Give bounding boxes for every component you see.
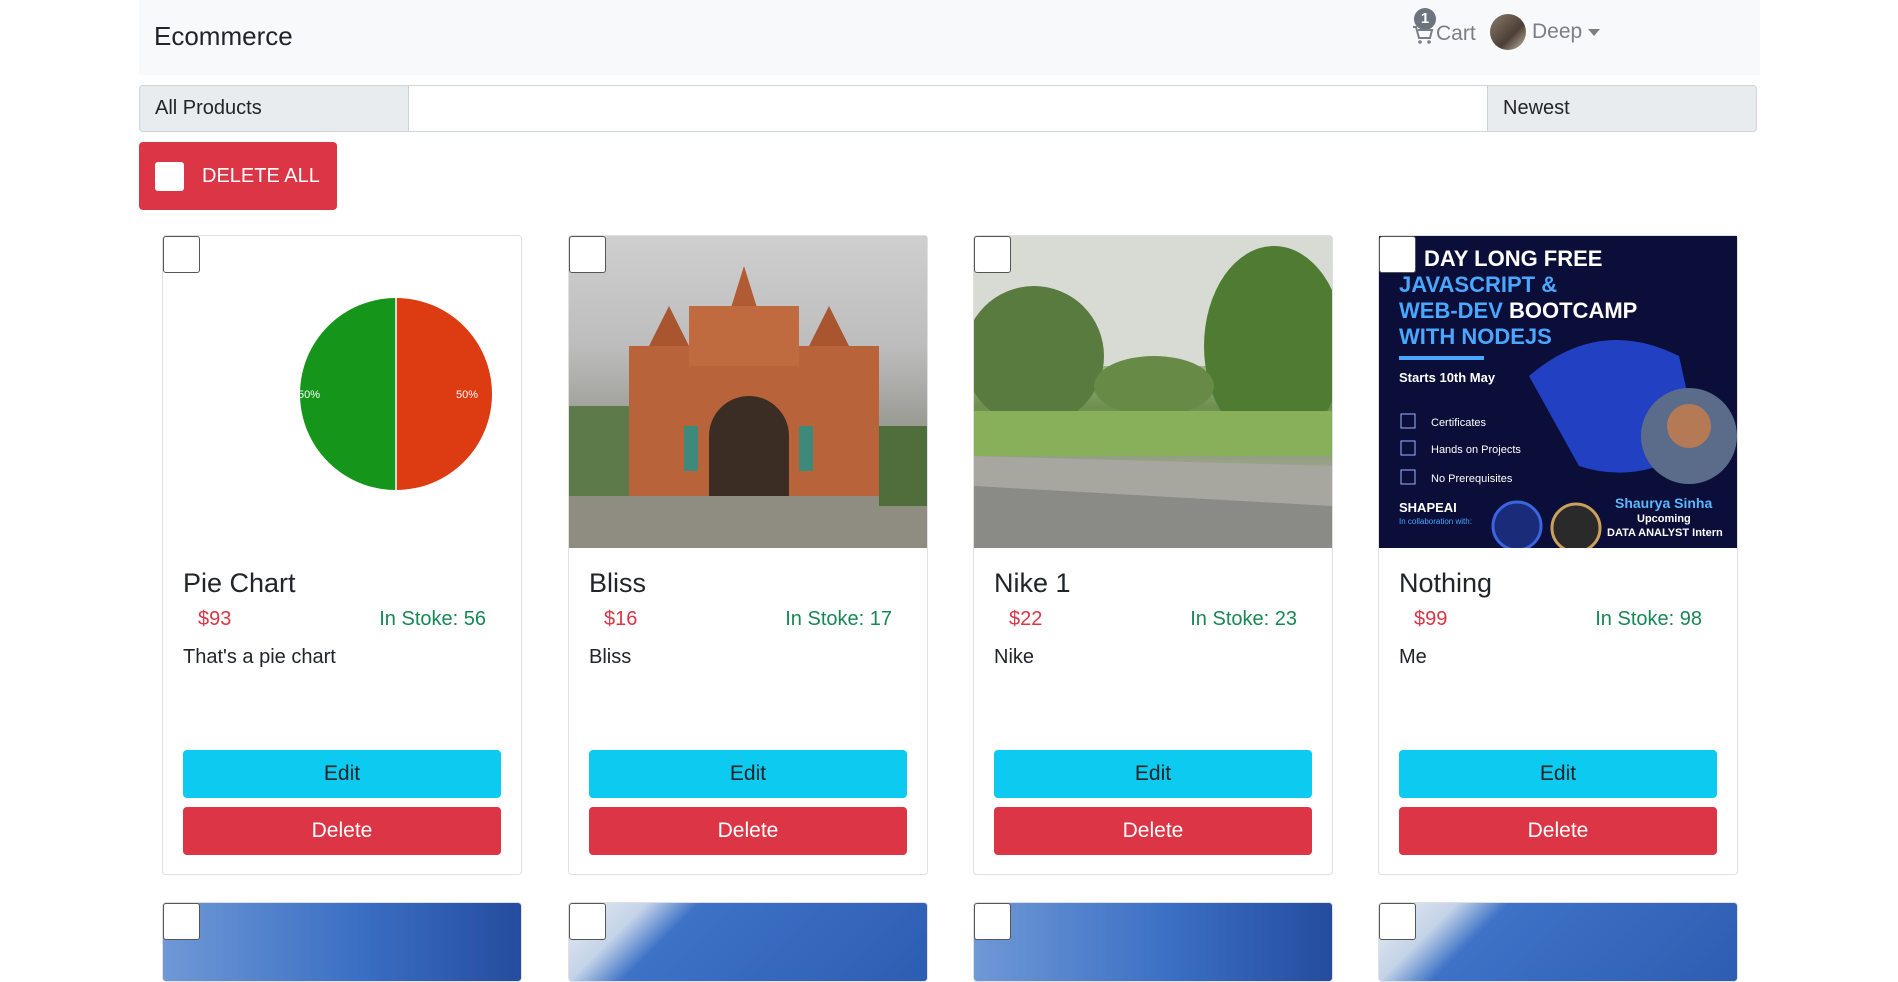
user-menu[interactable]: Deep: [1490, 14, 1601, 50]
select-checkbox[interactable]: [163, 236, 200, 273]
svg-text:SHAPEAI: SHAPEAI: [1399, 500, 1457, 515]
select-checkbox[interactable]: [1379, 903, 1416, 940]
pie-label-left: 50%: [298, 389, 320, 401]
product-card: [568, 902, 928, 982]
svg-text:WEB-DEV BOOTCAMP: WEB-DEV BOOTCAMP: [1399, 298, 1637, 323]
delete-button[interactable]: Delete: [1399, 807, 1717, 855]
svg-text:In collaboration with:: In collaboration with:: [1399, 517, 1472, 526]
product-title: Bliss: [589, 568, 647, 598]
edit-button[interactable]: Edit: [994, 750, 1312, 798]
product-price: $16: [604, 608, 638, 630]
product-description: That's a pie chart: [183, 646, 336, 668]
product-title: Nike 1: [994, 568, 1071, 598]
svg-text:JAVASCRIPT &: JAVASCRIPT &: [1399, 272, 1557, 297]
select-checkbox[interactable]: [569, 903, 606, 940]
cart-label: Cart: [1436, 22, 1476, 45]
product-image-bootcamp-poster: DAY LONG FREE JAVASCRIPT & WEB-DEV BOOTC…: [1379, 236, 1737, 548]
product-price: $22: [1009, 608, 1043, 630]
user-name: Deep: [1532, 20, 1583, 43]
product-card: [973, 902, 1333, 982]
edit-button[interactable]: Edit: [589, 750, 907, 798]
select-checkbox[interactable]: [974, 903, 1011, 940]
delete-button[interactable]: Delete: [183, 807, 501, 855]
search-input[interactable]: [409, 85, 1487, 132]
cart-icon: [1413, 26, 1434, 44]
product-title: Pie Chart: [183, 568, 296, 598]
edit-button[interactable]: Edit: [183, 750, 501, 798]
svg-text:Hands on Projects: Hands on Projects: [1431, 444, 1521, 456]
sort-select[interactable]: Newest: [1487, 85, 1757, 132]
select-checkbox[interactable]: [163, 903, 200, 940]
product-price: $99: [1414, 608, 1448, 630]
chevron-down-icon: [1588, 28, 1601, 36]
delete-button[interactable]: Delete: [589, 807, 907, 855]
svg-text:Starts 10th May: Starts 10th May: [1399, 370, 1496, 385]
product-stock: In Stoke: 56: [379, 608, 486, 630]
svg-text:Shaurya Sinha: Shaurya Sinha: [1615, 495, 1712, 511]
product-description: Nike: [994, 646, 1035, 668]
svg-text:WITH NODEJS: WITH NODEJS: [1399, 324, 1552, 349]
select-checkbox[interactable]: [1379, 236, 1416, 273]
product-card: Bliss $16 In Stoke: 17 Bliss Edit Delete: [568, 235, 928, 875]
product-description: Me: [1399, 646, 1427, 668]
brand-logo[interactable]: Ecommerce: [154, 21, 293, 52]
product-stock: In Stoke: 98: [1595, 608, 1702, 630]
select-all-checkbox[interactable]: [155, 161, 184, 191]
svg-text:No Prerequisites: No Prerequisites: [1431, 473, 1513, 485]
product-stock: In Stoke: 23: [1190, 608, 1297, 630]
product-card: DAY LONG FREE JAVASCRIPT & WEB-DEV BOOTC…: [1378, 235, 1738, 875]
product-image-pie-chart: 50% 50%: [163, 236, 521, 548]
svg-text:DAY LONG FREE: DAY LONG FREE: [1424, 246, 1602, 271]
filter-bar: All Products Newest: [139, 85, 1757, 132]
product-image-nike: [974, 236, 1332, 548]
svg-text:Certificates: Certificates: [1431, 417, 1487, 429]
product-card: [162, 902, 522, 982]
category-select[interactable]: All Products: [139, 85, 409, 132]
product-description: Bliss: [589, 646, 632, 668]
product-card: Nike 1 $22 In Stoke: 23 Nike Edit Delete: [973, 235, 1333, 875]
avatar: [1490, 14, 1526, 50]
select-checkbox[interactable]: [569, 236, 606, 273]
delete-all-button[interactable]: DELETE ALL: [139, 142, 337, 210]
svg-text:DATA ANALYST Intern: DATA ANALYST Intern: [1607, 527, 1723, 539]
delete-all-label: DELETE ALL: [202, 164, 320, 187]
pie-label-right: 50%: [456, 389, 478, 401]
select-checkbox[interactable]: [974, 236, 1011, 273]
product-card: [1378, 902, 1738, 982]
edit-button[interactable]: Edit: [1399, 750, 1717, 798]
product-stock: In Stoke: 17: [785, 608, 892, 630]
product-price: $93: [198, 608, 232, 630]
svg-text:Upcoming: Upcoming: [1637, 513, 1691, 525]
product-card: 50% 50% Pie Chart $93 In Stoke: 56 That'…: [162, 235, 522, 875]
product-image-bliss: [569, 236, 927, 548]
delete-button[interactable]: Delete: [994, 807, 1312, 855]
cart-link[interactable]: Cart: [1412, 22, 1476, 46]
product-title: Nothing: [1399, 568, 1493, 598]
